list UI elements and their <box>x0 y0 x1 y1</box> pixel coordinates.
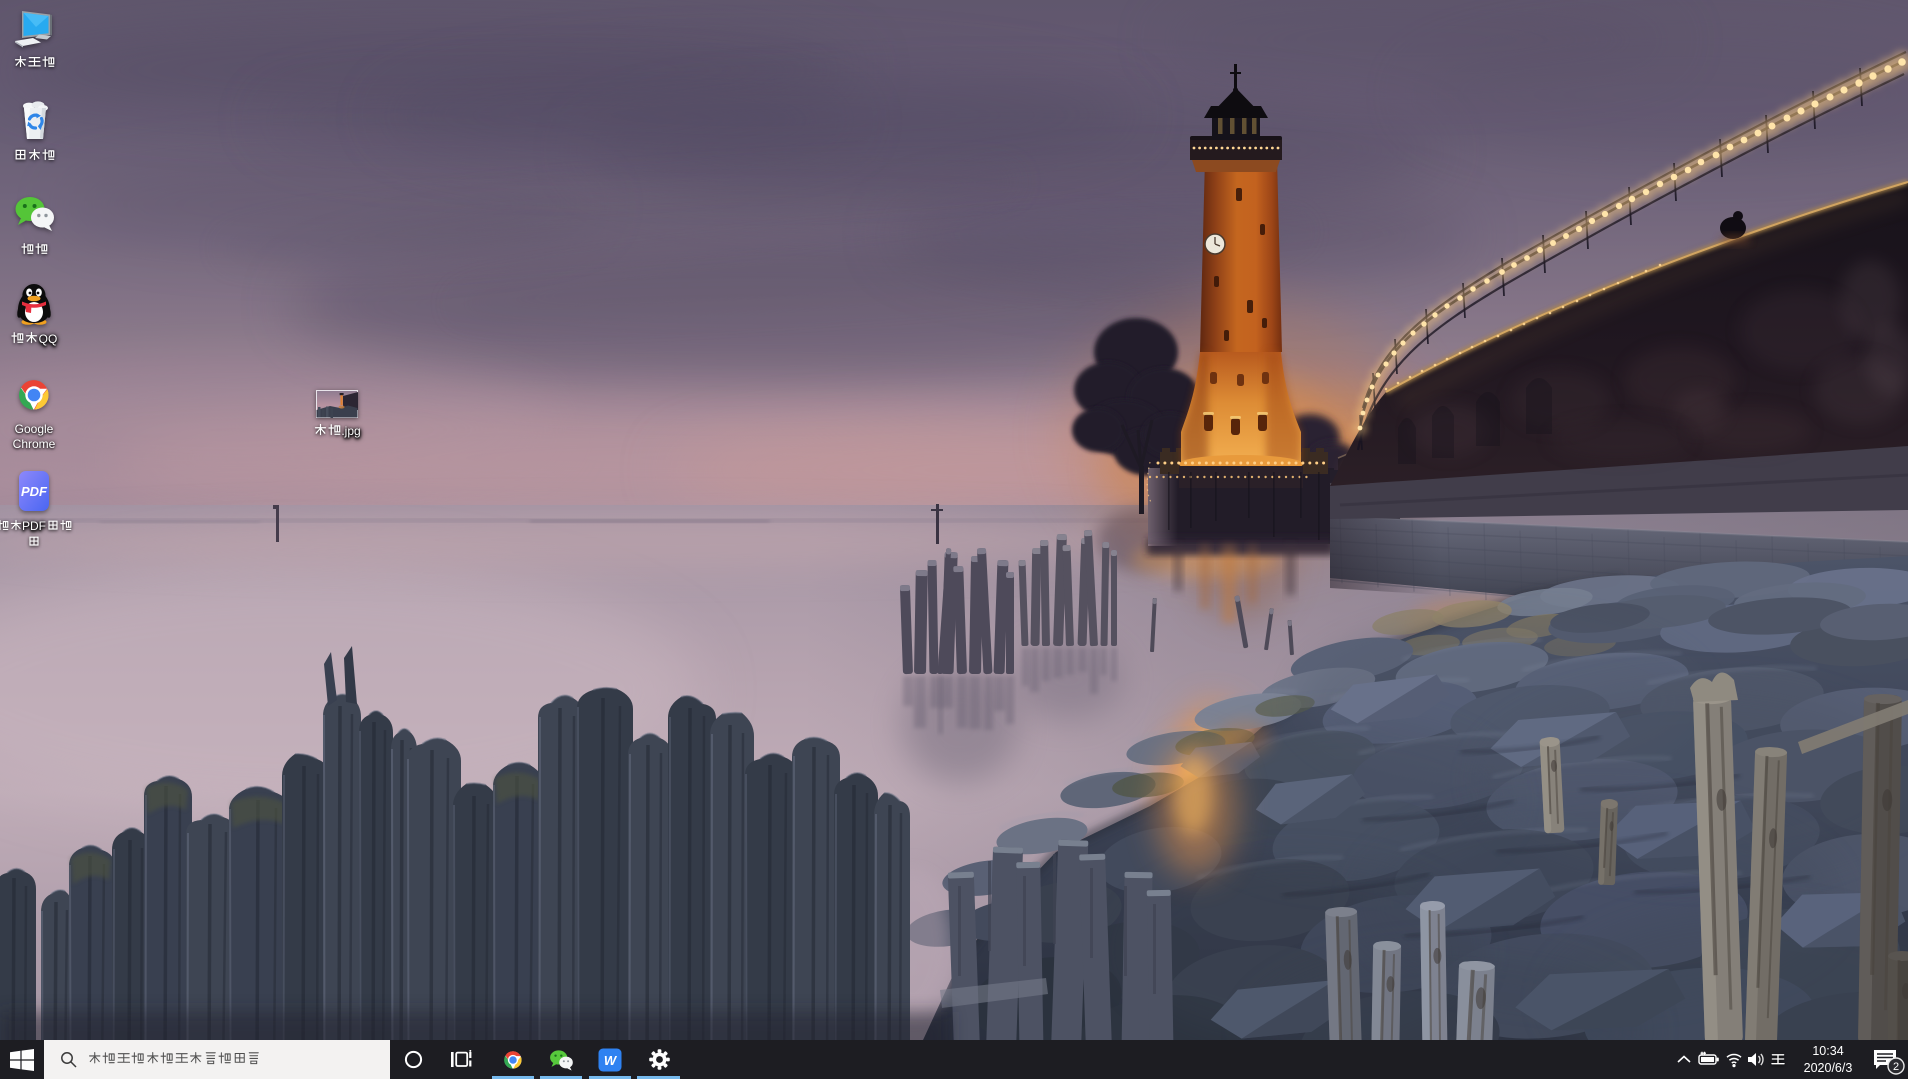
svg-text:2: 2 <box>1893 1061 1899 1073</box>
svg-text:W: W <box>604 1053 618 1068</box>
svg-text:PDF: PDF <box>21 484 48 499</box>
